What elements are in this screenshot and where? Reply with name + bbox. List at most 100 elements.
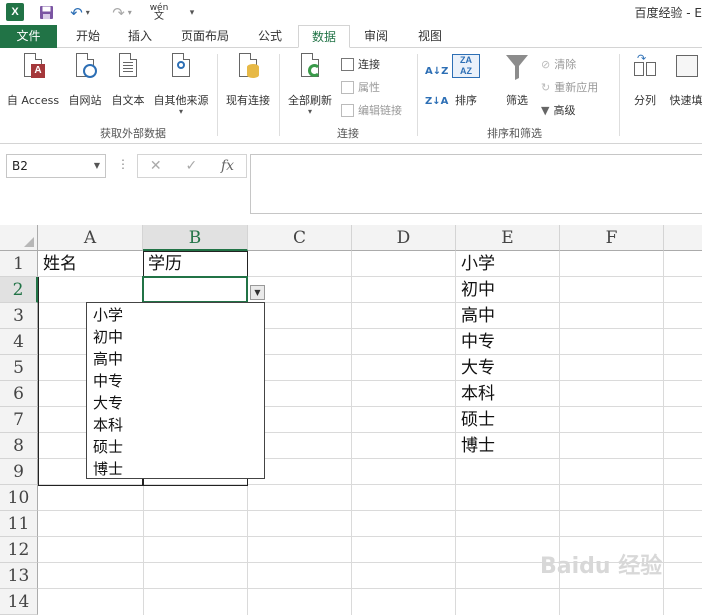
text-to-columns-button[interactable]: ↷ 分列	[628, 52, 662, 108]
dropdown-option[interactable]: 高中	[87, 348, 264, 370]
refresh-all-button[interactable]: 全部刷新 ▾	[284, 52, 336, 116]
refresh-icon	[298, 52, 322, 82]
row-header[interactable]: 8	[0, 433, 38, 459]
column-header-g[interactable]	[664, 225, 702, 251]
row-header[interactable]: 11	[0, 511, 38, 537]
gridline	[351, 251, 352, 615]
tab-home[interactable]: 开始	[66, 25, 110, 48]
row-header[interactable]: 2	[0, 277, 38, 303]
refresh-all-label: 全部刷新	[288, 94, 332, 107]
cell-e6[interactable]: 本科	[456, 381, 560, 407]
dropdown-option[interactable]: 硕士	[87, 436, 264, 458]
existing-connections-label: 现有连接	[226, 94, 270, 107]
clear-filter-icon: ⊘	[541, 57, 551, 71]
validation-dropdown-list[interactable]: 小学 初中 高中 中专 大专 本科 硕士 博士	[86, 302, 265, 479]
sort-button[interactable]: ZA AZ 排序	[449, 52, 483, 108]
name-box[interactable]: B2 ▼	[6, 154, 106, 178]
insert-function-icon[interactable]: fx	[221, 158, 234, 174]
sort-ascending-icon[interactable]: A↓Z	[425, 62, 448, 80]
existing-connections-button[interactable]: 现有连接	[222, 52, 274, 108]
dropdown-option[interactable]: 本科	[87, 414, 264, 436]
connections-icon	[341, 57, 354, 71]
column-header-c[interactable]: C	[248, 225, 352, 251]
reapply-button[interactable]: ↻ 重新应用	[541, 78, 598, 96]
tab-formulas[interactable]: 公式	[248, 25, 292, 48]
properties-button[interactable]: 属性	[341, 78, 380, 96]
clear-filter-label: 清除	[554, 58, 577, 71]
row-header[interactable]: 10	[0, 485, 38, 511]
formula-bar: B2 ▼ ⋮ ✕ ✓ fx	[0, 145, 702, 225]
group-separator	[279, 54, 280, 136]
formula-input[interactable]	[250, 154, 702, 214]
cell-e4[interactable]: 中专	[456, 329, 560, 355]
cell-a1[interactable]: 姓名	[38, 251, 143, 277]
from-access-button[interactable]: A 自 Access	[4, 52, 62, 108]
properties-icon	[341, 80, 354, 94]
column-header-b[interactable]: B	[143, 225, 248, 251]
from-access-label: 自 Access	[6, 94, 60, 107]
chevron-down-icon[interactable]: ▼	[94, 155, 100, 177]
redo-icon[interactable]: ↷ ▾	[108, 3, 136, 22]
dropdown-option[interactable]: 中专	[87, 370, 264, 392]
cell-b1[interactable]: 学历	[143, 251, 248, 277]
cell-e8[interactable]: 博士	[456, 433, 560, 459]
edit-links-button[interactable]: 编辑链接	[341, 101, 402, 119]
column-header-f[interactable]: F	[560, 225, 664, 251]
more-options-icon[interactable]: ⋮	[117, 157, 129, 171]
chevron-down-icon[interactable]: ▼	[250, 285, 265, 300]
dropdown-option[interactable]: 小学	[87, 304, 264, 326]
column-header-a[interactable]: A	[38, 225, 143, 251]
cell-e2[interactable]: 初中	[456, 277, 560, 303]
dropdown-option[interactable]: 大专	[87, 392, 264, 414]
existing-connections-icon	[236, 52, 260, 82]
cell-e1[interactable]: 小学	[456, 251, 560, 277]
row-header[interactable]: 3	[0, 303, 38, 329]
sort-label: 排序	[455, 94, 477, 107]
enter-icon[interactable]: ✓	[185, 158, 197, 174]
select-all-corner[interactable]	[0, 225, 38, 251]
tab-data[interactable]: 数据	[298, 25, 350, 48]
reapply-label: 重新应用	[554, 81, 599, 94]
quick-access-customize-icon[interactable]: ▾	[186, 3, 198, 22]
advanced-filter-icon: ▼	[541, 103, 550, 117]
row-header[interactable]: 9	[0, 459, 38, 485]
column-header-d[interactable]: D	[352, 225, 456, 251]
cancel-icon[interactable]: ✕	[150, 158, 162, 174]
row-header[interactable]: 5	[0, 355, 38, 381]
gridline	[663, 251, 664, 615]
column-header-e[interactable]: E	[456, 225, 560, 251]
sort-descending-icon[interactable]: Z↓A	[425, 92, 448, 110]
row-header[interactable]: 1	[0, 251, 38, 277]
edit-links-icon	[341, 103, 354, 117]
cell-e5[interactable]: 大专	[456, 355, 560, 381]
cell-e3[interactable]: 高中	[456, 303, 560, 329]
row-header[interactable]: 13	[0, 563, 38, 589]
tab-review[interactable]: 审阅	[354, 25, 398, 48]
advanced-filter-button[interactable]: ▼ 高级	[541, 101, 575, 119]
row-header[interactable]: 4	[0, 329, 38, 355]
active-cell-b2[interactable]	[142, 276, 248, 303]
undo-icon[interactable]: ↶ ▾	[66, 3, 94, 22]
dropdown-option[interactable]: 博士	[87, 458, 264, 480]
tab-page-layout[interactable]: 页面布局	[172, 25, 238, 48]
tab-insert[interactable]: 插入	[118, 25, 162, 48]
row-header[interactable]: 6	[0, 381, 38, 407]
from-web-button[interactable]: 自网站	[64, 52, 106, 108]
cell-e7[interactable]: 硕士	[456, 407, 560, 433]
flash-fill-button[interactable]: 快速填	[666, 52, 702, 108]
ribbon: A 自 Access 自网站 自文本 自其他来源 ▾ 现有连接 获取外部数据 全…	[0, 48, 702, 144]
dropdown-option[interactable]: 初中	[87, 326, 264, 348]
save-icon[interactable]	[38, 3, 54, 22]
tab-view[interactable]: 视图	[408, 25, 452, 48]
phonetic-guide-icon[interactable]: wén 文	[146, 3, 172, 22]
connections-button[interactable]: 连接	[341, 55, 380, 73]
row-header[interactable]: 14	[0, 589, 38, 615]
row-header[interactable]: 12	[0, 537, 38, 563]
from-other-sources-button[interactable]: 自其他来源 ▾	[150, 52, 212, 116]
tab-file[interactable]: 文件	[0, 25, 57, 48]
row-header[interactable]: 7	[0, 407, 38, 433]
from-text-button[interactable]: 自文本	[108, 52, 148, 108]
clear-filter-button[interactable]: ⊘ 清除	[541, 55, 576, 73]
filter-button[interactable]: 筛选	[500, 52, 534, 108]
reapply-icon: ↻	[541, 80, 551, 94]
